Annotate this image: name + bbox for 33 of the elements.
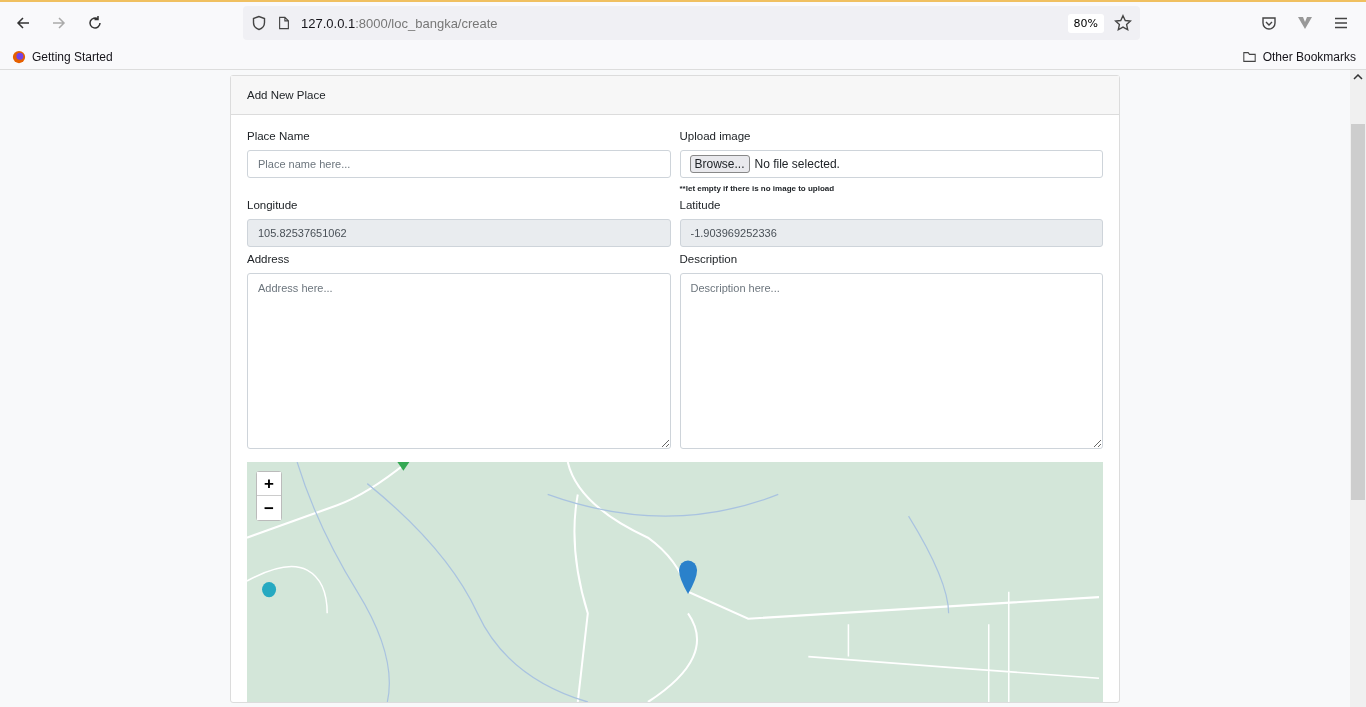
card-title: Add New Place: [247, 89, 326, 101]
zoom-level[interactable]: 80%: [1067, 13, 1104, 33]
reload-icon[interactable]: [87, 15, 103, 31]
zoom-in-button[interactable]: +: [257, 472, 281, 496]
text-area[interactable]: Address here...: [247, 273, 671, 449]
field-label: Place Name: [247, 130, 311, 142]
field-label: Latitude: [679, 199, 722, 211]
shield-icon[interactable]: [251, 15, 267, 31]
hint-text: **let empty if there is no image to upload: [679, 184, 836, 193]
field-label: Description: [679, 253, 739, 265]
input-field[interactable]: Place name here...: [247, 150, 671, 178]
input-field[interactable]: 105.82537651062: [247, 219, 671, 247]
browse-button[interactable]: Browse...: [689, 155, 750, 173]
input-field[interactable]: -1.903969252336: [679, 219, 1103, 247]
field-label: Upload image: [679, 130, 752, 142]
file-input[interactable]: Browse... No file selected.: [679, 150, 1103, 178]
extension-icon[interactable]: [1297, 15, 1313, 31]
scrollbar-thumb[interactable]: [1351, 124, 1365, 500]
url-text[interactable]: 127.0.0.1:8000/loc_bangka/create: [301, 15, 1058, 31]
star-icon[interactable]: [1114, 14, 1132, 32]
field-label: Longitude: [247, 199, 299, 211]
pocket-icon[interactable]: [1261, 15, 1277, 31]
folder-icon: [1241, 49, 1257, 64]
menu-icon[interactable]: [1333, 15, 1349, 31]
field-label: Address: [247, 253, 291, 265]
back-icon[interactable]: [15, 15, 31, 31]
scroll-up-icon[interactable]: [1353, 74, 1363, 80]
page-icon: [277, 15, 291, 31]
text-area[interactable]: Description here...: [679, 273, 1103, 449]
other-bookmarks[interactable]: Other Bookmarks: [1241, 49, 1356, 64]
address-bar[interactable]: 127.0.0.1:8000/loc_bangka/create 80%: [243, 6, 1140, 40]
bookmark-item[interactable]: Getting Started: [12, 49, 113, 64]
file-status: No file selected.: [754, 157, 840, 171]
